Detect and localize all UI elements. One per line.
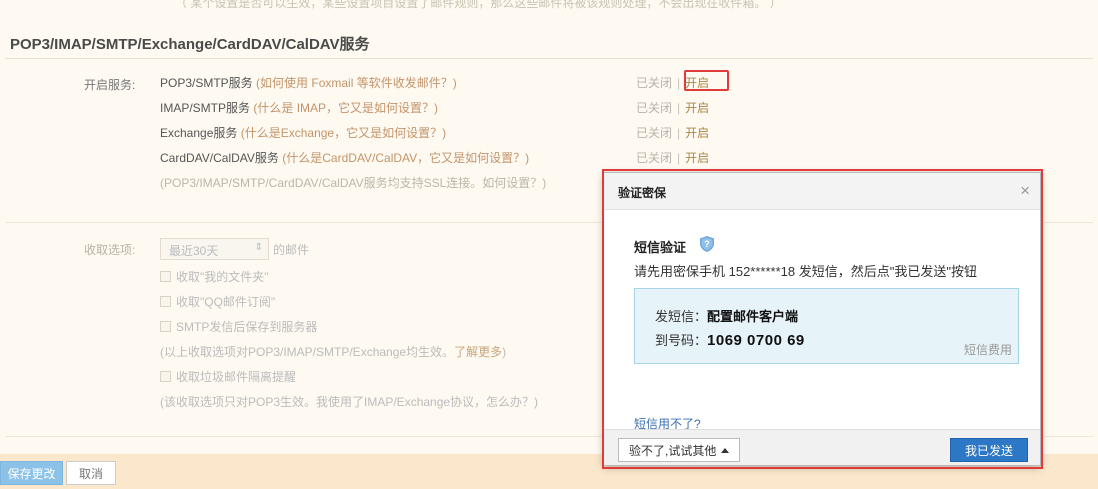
checkbox[interactable]: [160, 271, 171, 282]
dialog-title: 验证密保: [618, 186, 667, 200]
receive-note: (以上收取选项对POP3/IMAP/SMTP/Exchange均生效。了解更多): [160, 345, 507, 359]
ssl-note: (POP3/IMAP/SMTP/CardDAV/CalDAV服务均支持SSL连接…: [160, 176, 547, 190]
sms-fee-note: 短信费用: [963, 343, 1012, 357]
save-changes-button[interactable]: 保存更改: [0, 461, 63, 485]
select-arrow-icon: ⇕: [254, 242, 263, 253]
section-divider: [5, 58, 1093, 59]
service-imap-smtp: IMAP/SMTP服务 (什么是 IMAP，它又是如何设置？): [160, 101, 439, 115]
service-exchange: Exchange服务 (什么是Exchange，它又是如何设置？): [160, 126, 447, 140]
sms-content: 配置邮件客户端: [707, 309, 799, 324]
sms-number: 1069 0700 69: [707, 332, 805, 349]
checkbox[interactable]: [160, 321, 171, 332]
close-icon[interactable]: ×: [1020, 181, 1030, 201]
service-hint-link[interactable]: (什么是CardDAV/CalDAV，它又是如何设置？): [282, 151, 529, 165]
option-junk-reminder[interactable]: 收取垃圾邮件隔离提醒: [160, 368, 296, 385]
sms-content-row: 发短信：配置邮件客户端: [655, 309, 799, 324]
cancel-button[interactable]: 取消: [66, 461, 116, 485]
receive-options-label: 收取选项:: [84, 243, 136, 257]
receive-range-select[interactable]: 最近30天 ⇕: [160, 238, 269, 260]
service-carddav-caldav: CardDAV/CalDAV服务 (什么是CardDAV/CalDAV，它又是如…: [160, 151, 530, 165]
service-hint-link[interactable]: (什么是Exchange，它又是如何设置？): [241, 126, 446, 140]
service-hint-link[interactable]: (什么是 IMAP，它又是如何设置？): [253, 101, 438, 115]
i-have-sent-button[interactable]: 我已发送: [950, 438, 1028, 462]
enable-imap-link[interactable]: 开启: [685, 101, 709, 115]
enable-carddav-link[interactable]: 开启: [685, 151, 709, 165]
enable-exchange-link[interactable]: 开启: [685, 126, 709, 140]
option-qq-subscription[interactable]: 收取"QQ邮件订阅": [160, 293, 275, 310]
try-other-method-button[interactable]: 验不了,试试其他: [618, 438, 741, 462]
sms-verify-title: 短信验证: [634, 240, 687, 255]
service-hint-link[interactable]: (如何使用 Foxmail 等软件收发邮件？): [256, 76, 457, 90]
service-status-carddav: 已关闭 | 开启: [636, 151, 710, 165]
highlight-box-enable-pop3: [684, 70, 729, 91]
sms-info-box: 发短信：配置邮件客户端 到号码：1069 0700 69 短信费用: [634, 288, 1019, 364]
sms-number-row: 到号码：1069 0700 69: [655, 332, 805, 349]
service-status-exchange: 已关闭 | 开启: [636, 126, 710, 140]
section-title: POP3/IMAP/SMTP/Exchange/CardDAV/CalDAV服务: [10, 36, 370, 53]
sms-instruction: 请先用密保手机 152******18 发短信，然后点"我已发送"按钮: [634, 264, 977, 279]
caret-up-icon: [721, 447, 730, 453]
shield-question-icon[interactable]: ?: [700, 236, 714, 252]
learn-more-link[interactable]: 了解更多: [454, 345, 502, 359]
service-pop3-smtp: POP3/SMTP服务 (如何使用 Foxmail 等软件收发邮件？): [160, 76, 457, 90]
checkbox[interactable]: [160, 296, 171, 307]
dialog-footer: 验不了,试试其他 我已发送: [604, 429, 1040, 465]
pop3-only-note: (该收取选项只对POP3生效。我使用了IMAP/Exchange协议，怎么办？): [160, 395, 539, 409]
option-smtp-save[interactable]: SMTP发信后保存到服务器: [160, 318, 317, 335]
checkbox[interactable]: [160, 371, 171, 382]
receive-range-suffix: 的邮件: [273, 243, 310, 257]
dialog-header: 验证密保 ×: [604, 173, 1040, 210]
top-fragment-text: （ 某个设置是否可以生效，某些设置项目设置了邮件规则，那么这些邮件将被该规则处理…: [175, 0, 782, 10]
option-my-folders[interactable]: 收取"我的文件夹": [160, 268, 269, 285]
svg-text:?: ?: [704, 239, 710, 249]
open-service-label: 开启服务:: [84, 78, 136, 92]
verify-security-dialog: 验证密保 × 短信验证 ? 请先用密保手机 152******18 发短信，然后…: [603, 172, 1041, 466]
service-status-imap: 已关闭 | 开启: [636, 101, 710, 115]
